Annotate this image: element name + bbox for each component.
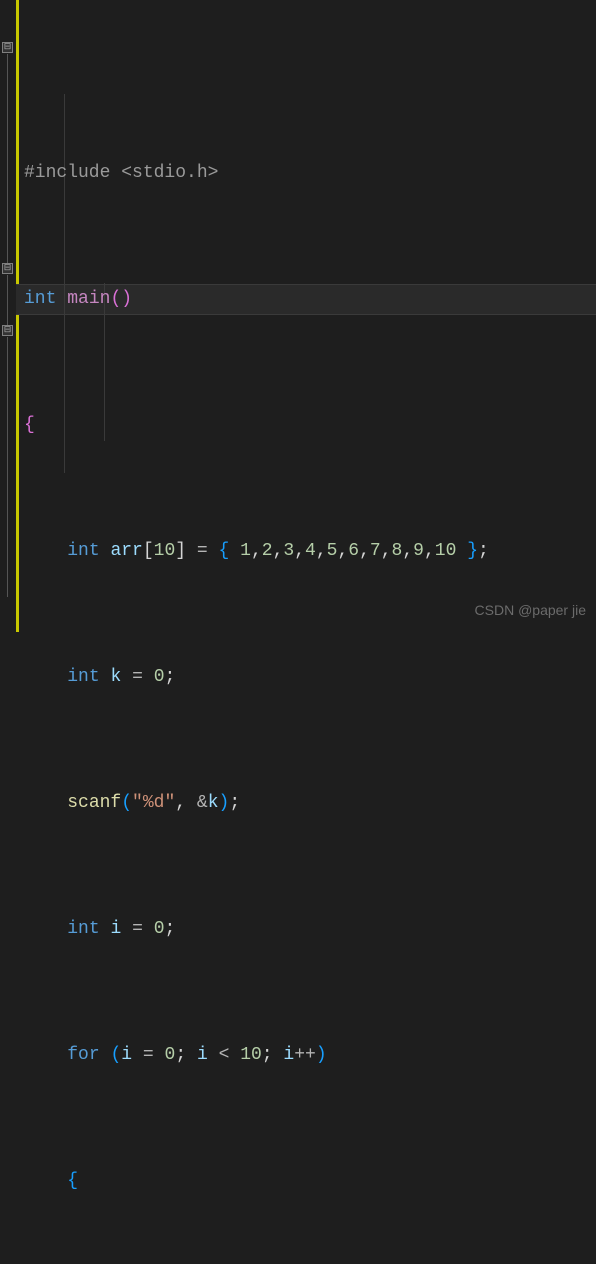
code-line: scanf("%d", &k);	[24, 788, 596, 820]
code-line: for (i = 0; i < 10; i++)	[24, 1040, 596, 1072]
code-content: #include <stdio.h> int main() { int arr[…	[16, 0, 596, 1264]
code-line: {	[24, 410, 596, 442]
code-line: {	[24, 1166, 596, 1198]
code-area[interactable]: #include <stdio.h> int main() { int arr[…	[16, 0, 596, 632]
fold-marker-icon[interactable]: ⊟	[2, 325, 13, 336]
fold-marker-icon[interactable]: ⊟	[2, 42, 13, 53]
fold-marker-icon[interactable]: ⊟	[2, 263, 13, 274]
code-line: int main()	[24, 284, 596, 316]
code-line: int arr[10] = { 1,2,3,4,5,6,7,8,9,10 };	[24, 536, 596, 568]
fold-gutter: ⊟ ⊟ ⊟	[0, 0, 16, 632]
watermark: CSDN @paper jie	[475, 595, 586, 627]
code-line: int i = 0;	[24, 914, 596, 946]
change-bar	[16, 0, 19, 632]
code-line: #include <stdio.h>	[24, 158, 596, 190]
code-line: int k = 0;	[24, 662, 596, 694]
code-editor: ⊟ ⊟ ⊟ #include <stdio.h> int main() { in…	[0, 0, 596, 632]
